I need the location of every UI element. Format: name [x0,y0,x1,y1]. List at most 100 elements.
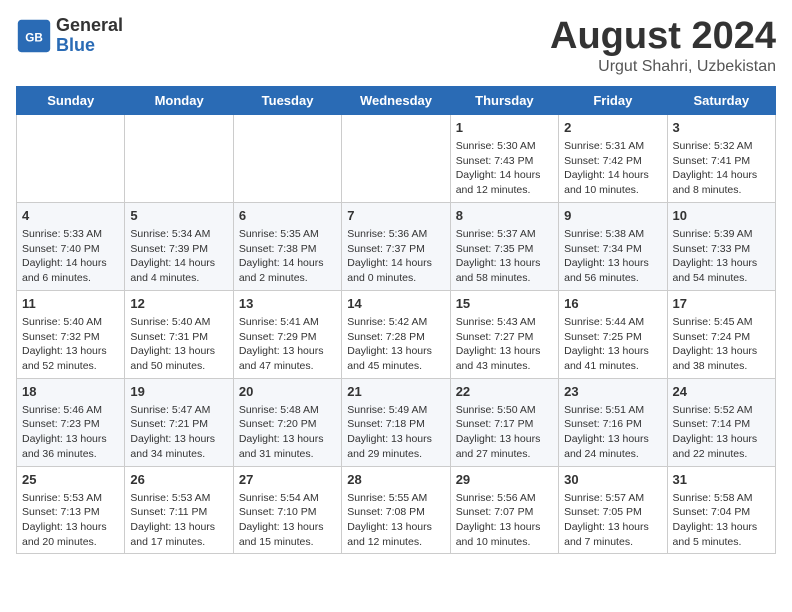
day-info: Sunrise: 5:42 AM [347,315,444,330]
day-info: Sunset: 7:42 PM [564,154,661,169]
calendar-cell: 3Sunrise: 5:32 AMSunset: 7:41 PMDaylight… [667,114,775,202]
day-info: and 10 minutes. [456,535,553,550]
day-info: Sunrise: 5:48 AM [239,403,336,418]
day-info: Sunrise: 5:54 AM [239,491,336,506]
day-info: Sunset: 7:41 PM [673,154,770,169]
day-info: Daylight: 13 hours [673,344,770,359]
day-info: Sunset: 7:28 PM [347,330,444,345]
day-info: Sunrise: 5:46 AM [22,403,119,418]
day-info: Sunset: 7:27 PM [456,330,553,345]
calendar-cell: 13Sunrise: 5:41 AMSunset: 7:29 PMDayligh… [233,290,341,378]
day-info: Sunset: 7:08 PM [347,505,444,520]
day-info: Daylight: 13 hours [564,344,661,359]
day-number: 29 [456,471,553,489]
calendar-cell: 31Sunrise: 5:58 AMSunset: 7:04 PMDayligh… [667,466,775,554]
day-number: 24 [673,383,770,401]
col-header-thursday: Thursday [450,86,558,114]
day-info: Sunset: 7:35 PM [456,242,553,257]
col-header-friday: Friday [559,86,667,114]
day-number: 4 [22,207,119,225]
day-info: Sunrise: 5:50 AM [456,403,553,418]
day-info: and 54 minutes. [673,271,770,286]
logo-general: General [56,15,123,35]
day-info: Sunrise: 5:57 AM [564,491,661,506]
col-header-monday: Monday [125,86,233,114]
day-number: 30 [564,471,661,489]
week-row-4: 25Sunrise: 5:53 AMSunset: 7:13 PMDayligh… [17,466,776,554]
day-info: Sunset: 7:37 PM [347,242,444,257]
main-title: August 2024 [550,16,776,58]
title-area: August 2024 Urgut Shahri, Uzbekistan [550,16,776,76]
day-info: and 47 minutes. [239,359,336,374]
day-info: Daylight: 14 hours [239,256,336,271]
day-info: Daylight: 14 hours [130,256,227,271]
day-info: Sunrise: 5:40 AM [130,315,227,330]
day-info: Sunrise: 5:51 AM [564,403,661,418]
day-info: Sunrise: 5:58 AM [673,491,770,506]
day-number: 28 [347,471,444,489]
logo: GB General Blue [16,16,123,56]
day-info: Sunrise: 5:47 AM [130,403,227,418]
day-info: Sunset: 7:39 PM [130,242,227,257]
day-info: and 10 minutes. [564,183,661,198]
day-number: 25 [22,471,119,489]
day-info: and 29 minutes. [347,447,444,462]
day-info: and 50 minutes. [130,359,227,374]
day-info: and 56 minutes. [564,271,661,286]
day-info: Daylight: 14 hours [673,168,770,183]
calendar-cell: 15Sunrise: 5:43 AMSunset: 7:27 PMDayligh… [450,290,558,378]
day-info: and 6 minutes. [22,271,119,286]
day-info: Daylight: 13 hours [456,256,553,271]
col-header-wednesday: Wednesday [342,86,450,114]
calendar-cell: 19Sunrise: 5:47 AMSunset: 7:21 PMDayligh… [125,378,233,466]
day-info: Sunrise: 5:49 AM [347,403,444,418]
day-info: Daylight: 13 hours [347,432,444,447]
day-number: 7 [347,207,444,225]
day-info: Sunrise: 5:36 AM [347,227,444,242]
day-info: Sunrise: 5:34 AM [130,227,227,242]
calendar-cell: 4Sunrise: 5:33 AMSunset: 7:40 PMDaylight… [17,202,125,290]
day-info: and 27 minutes. [456,447,553,462]
day-info: Sunrise: 5:45 AM [673,315,770,330]
day-info: Daylight: 14 hours [347,256,444,271]
day-info: Sunset: 7:43 PM [456,154,553,169]
day-info: Sunset: 7:21 PM [130,417,227,432]
day-info: Sunset: 7:40 PM [22,242,119,257]
day-number: 16 [564,295,661,313]
day-number: 8 [456,207,553,225]
calendar-cell [233,114,341,202]
day-info: Sunset: 7:04 PM [673,505,770,520]
calendar-cell: 1Sunrise: 5:30 AMSunset: 7:43 PMDaylight… [450,114,558,202]
day-info: Sunrise: 5:52 AM [673,403,770,418]
day-info: Sunset: 7:20 PM [239,417,336,432]
calendar-cell: 17Sunrise: 5:45 AMSunset: 7:24 PMDayligh… [667,290,775,378]
day-number: 14 [347,295,444,313]
day-info: and 38 minutes. [673,359,770,374]
logo-blue: Blue [56,35,95,55]
day-info: Sunrise: 5:32 AM [673,139,770,154]
day-info: Sunrise: 5:53 AM [130,491,227,506]
calendar-cell: 2Sunrise: 5:31 AMSunset: 7:42 PMDaylight… [559,114,667,202]
day-info: Sunrise: 5:53 AM [22,491,119,506]
day-info: Sunset: 7:16 PM [564,417,661,432]
day-info: Sunset: 7:32 PM [22,330,119,345]
day-info: Sunset: 7:34 PM [564,242,661,257]
calendar-cell: 22Sunrise: 5:50 AMSunset: 7:17 PMDayligh… [450,378,558,466]
calendar-cell: 29Sunrise: 5:56 AMSunset: 7:07 PMDayligh… [450,466,558,554]
day-info: Daylight: 13 hours [239,432,336,447]
day-number: 20 [239,383,336,401]
calendar-cell [125,114,233,202]
day-info: Sunset: 7:07 PM [456,505,553,520]
calendar-cell: 10Sunrise: 5:39 AMSunset: 7:33 PMDayligh… [667,202,775,290]
day-info: Daylight: 13 hours [673,520,770,535]
day-info: Daylight: 13 hours [22,432,119,447]
day-info: Sunrise: 5:35 AM [239,227,336,242]
day-number: 18 [22,383,119,401]
day-info: Sunset: 7:14 PM [673,417,770,432]
header-row: SundayMondayTuesdayWednesdayThursdayFrid… [17,86,776,114]
day-info: and 2 minutes. [239,271,336,286]
day-info: Sunset: 7:25 PM [564,330,661,345]
day-info: Sunset: 7:13 PM [22,505,119,520]
calendar-cell: 28Sunrise: 5:55 AMSunset: 7:08 PMDayligh… [342,466,450,554]
calendar-cell: 24Sunrise: 5:52 AMSunset: 7:14 PMDayligh… [667,378,775,466]
